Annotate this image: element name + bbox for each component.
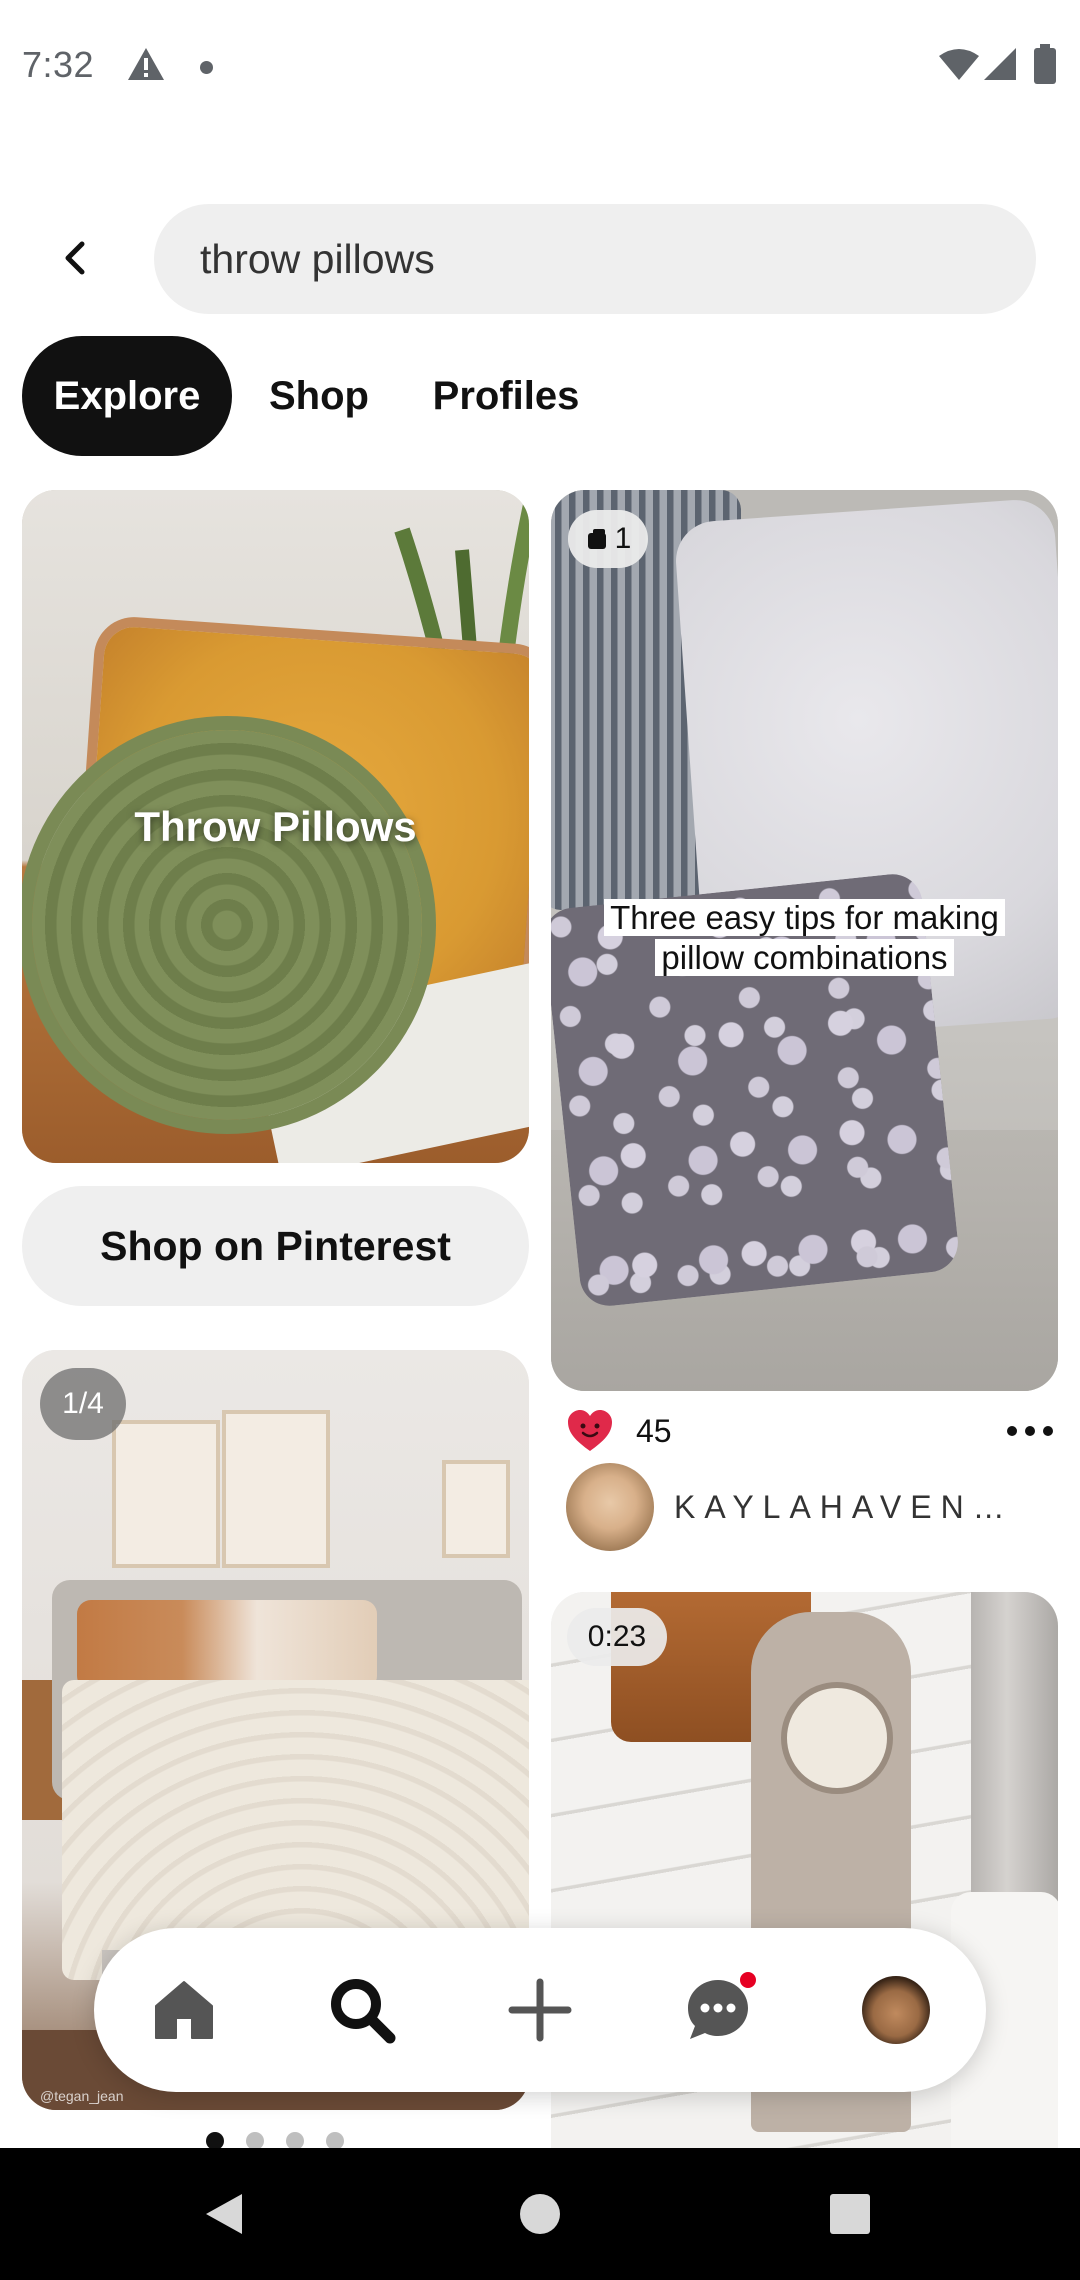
- status-bar: 7:32: [0, 0, 1080, 136]
- nav-create-button[interactable]: [500, 1970, 580, 2050]
- reaction-count: 45: [636, 1413, 672, 1449]
- tab-shop-label: Shop: [269, 373, 369, 418]
- board-title: Throw Pillows: [134, 802, 417, 850]
- page-indicator-badge: 1/4: [40, 1368, 126, 1440]
- tab-profiles[interactable]: Profiles: [426, 336, 586, 456]
- search-bar[interactable]: [154, 204, 1036, 314]
- tab-explore-label: Explore: [53, 373, 201, 418]
- tab-shop[interactable]: Shop: [254, 336, 384, 456]
- tab-profiles-label: Profiles: [432, 373, 580, 418]
- wall-art-image: [442, 1460, 510, 1558]
- screen: 7:32 throw pillows Explore Shop Profiles…: [0, 0, 1080, 2280]
- warning-icon: [126, 46, 166, 87]
- system-recents-button[interactable]: [818, 2182, 882, 2246]
- nav-messages-button[interactable]: [678, 1970, 758, 2050]
- creator-avatar[interactable]: [566, 1463, 654, 1551]
- clock-face-image: [781, 1682, 893, 1794]
- system-home-button[interactable]: [508, 2182, 572, 2246]
- back-arrow-icon: [65, 241, 85, 275]
- notification-dot-icon: [200, 61, 213, 74]
- nav-home-button[interactable]: [144, 1970, 224, 2050]
- wall-art-image: [222, 1410, 330, 1568]
- pin-caption-line-2: pillow combinations: [655, 939, 954, 976]
- recents-square-icon: [830, 2194, 870, 2234]
- system-navigation-bar: [0, 2148, 1080, 2280]
- pin-caption-line-1: Three easy tips for making: [604, 899, 1005, 936]
- pin-caption: Three easy tips for making pillow combin…: [551, 898, 1058, 978]
- battery-icon: [1034, 44, 1056, 89]
- search-input[interactable]: [198, 234, 992, 284]
- video-duration-badge: 0:23: [567, 1608, 667, 1666]
- status-time: 7:32: [22, 44, 95, 85]
- pillow-tips-pin-card[interactable]: 1 Three easy tips for making pillow comb…: [551, 490, 1058, 1391]
- message-notification-dot: [738, 1970, 758, 1990]
- nav-profile-button[interactable]: [856, 1970, 936, 2050]
- item-count-badge: 1: [568, 510, 648, 568]
- profile-avatar: [862, 1976, 930, 2044]
- creator-name[interactable]: KAYLAHAVEN…: [674, 1489, 1014, 1526]
- watermark: @tegan_jean: [40, 2088, 124, 2104]
- bed-pillows-image: [77, 1600, 377, 1690]
- more-options-icon[interactable]: [1002, 1419, 1058, 1443]
- system-back-button[interactable]: [192, 2182, 256, 2246]
- search-icon: [331, 1979, 396, 2044]
- signal-icon: [982, 46, 1018, 87]
- creator-row[interactable]: KAYLAHAVEN…: [566, 1463, 1056, 1553]
- wall-art-image: [112, 1420, 220, 1568]
- heart-reaction-icon[interactable]: [566, 1409, 614, 1458]
- tab-explore[interactable]: Explore: [22, 336, 232, 456]
- throw-pillows-board-card[interactable]: Throw Pillows: [22, 490, 529, 1163]
- item-count: 1: [614, 522, 632, 555]
- home-circle-icon: [520, 2194, 560, 2234]
- bottom-navigation: [94, 1928, 986, 2092]
- nav-search-button[interactable]: [322, 1970, 402, 2050]
- wifi-icon: [938, 48, 980, 87]
- add-icon: [508, 1978, 572, 2042]
- tag-icon: [587, 529, 606, 549]
- back-button[interactable]: [44, 226, 108, 290]
- back-triangle-icon: [206, 2194, 242, 2234]
- shop-on-pinterest-button[interactable]: Shop on Pinterest: [22, 1186, 529, 1306]
- reaction-row: 45: [566, 1403, 1056, 1459]
- home-icon: [155, 1981, 213, 2039]
